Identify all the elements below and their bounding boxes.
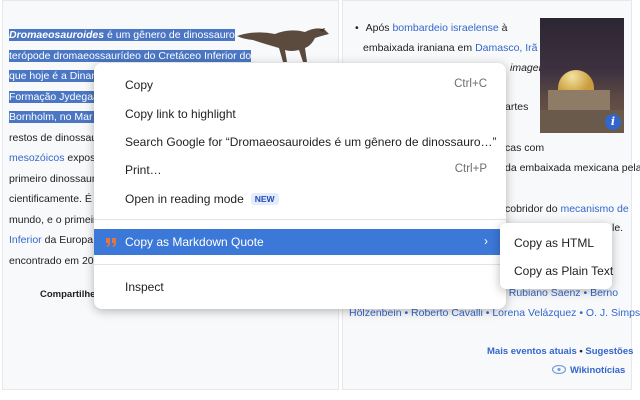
shortcut-print: Ctrl+P [454,163,487,175]
more-events-link[interactable]: Mais eventos atuais [487,346,577,357]
wikipedia-page: Dromaeosauroides é um gênero de dinossau… [0,0,640,400]
menu-item-copy[interactable]: Copy Ctrl+C [94,72,506,98]
submenu-item-copy-plain-text[interactable]: Copy as Plain Text [500,258,613,284]
dinosaur-icon [237,28,329,62]
news-fragment-5: cas com [505,142,545,154]
news-photo[interactable]: i [540,18,624,133]
shortcut-copy: Ctrl+C [454,78,487,90]
menu-separator [94,219,506,220]
quote-icon [106,238,116,247]
submenu-item-copy-html[interactable]: Copy as HTML [500,230,612,256]
menu-item-inspect[interactable]: Inspect [94,274,506,300]
news-fragment-4: artes [505,101,529,113]
news-fragment-6: da embaixada mexicana pela [505,162,640,174]
menu-item-print[interactable]: Print… Ctrl+P [94,157,506,183]
suggestions-link[interactable]: Sugestões [585,346,633,357]
menu-item-reading-mode[interactable]: Open in reading mode NEW [94,186,506,212]
info-icon[interactable]: i [605,114,621,130]
menu-separator-2 [94,264,506,265]
footer-links: Mais eventos atuais • Sugestões [487,346,634,357]
wikinews-link[interactable]: Wikinotícias [551,364,625,376]
link-inferior[interactable]: Inferior [9,234,42,246]
dinosaur-image[interactable] [235,18,333,66]
news-fragment-7: cobridor do mecanismo de [505,203,629,215]
menu-item-copy-link-highlight[interactable]: Copy link to highlight [94,101,506,127]
news-item-1: • Após bombardeio israelense à [355,22,508,34]
context-menu: Copy Ctrl+C Copy link to highlight Searc… [94,63,506,309]
dome-shape [558,70,594,92]
article-title-bold[interactable]: Dromaeosauroides [9,29,105,41]
markdown-submenu: Copy as HTML Copy as Plain Text [500,223,613,289]
news-item-1-line2: embaixada iraniana em Damasco, Irã [363,42,538,54]
chevron-right-icon: › [484,234,488,248]
menu-item-search-google[interactable]: Search Google for “Dromaeosauroides é um… [94,129,506,155]
link-damasco[interactable]: Damasco, Irã [475,42,537,54]
news-fragment-8: le. [612,222,624,234]
link-mecanismo[interactable]: mecanismo de [560,203,628,215]
new-badge: NEW [250,193,279,205]
link-bombardeio[interactable]: bombardeio israelense [392,22,498,34]
link-mesozoicos[interactable]: mesozóicos [9,152,64,164]
menu-item-copy-markdown-quote[interactable]: Copy as Markdown Quote › [94,229,506,255]
share-label: Compartilhe: [40,289,99,300]
wikinews-icon [551,364,567,375]
